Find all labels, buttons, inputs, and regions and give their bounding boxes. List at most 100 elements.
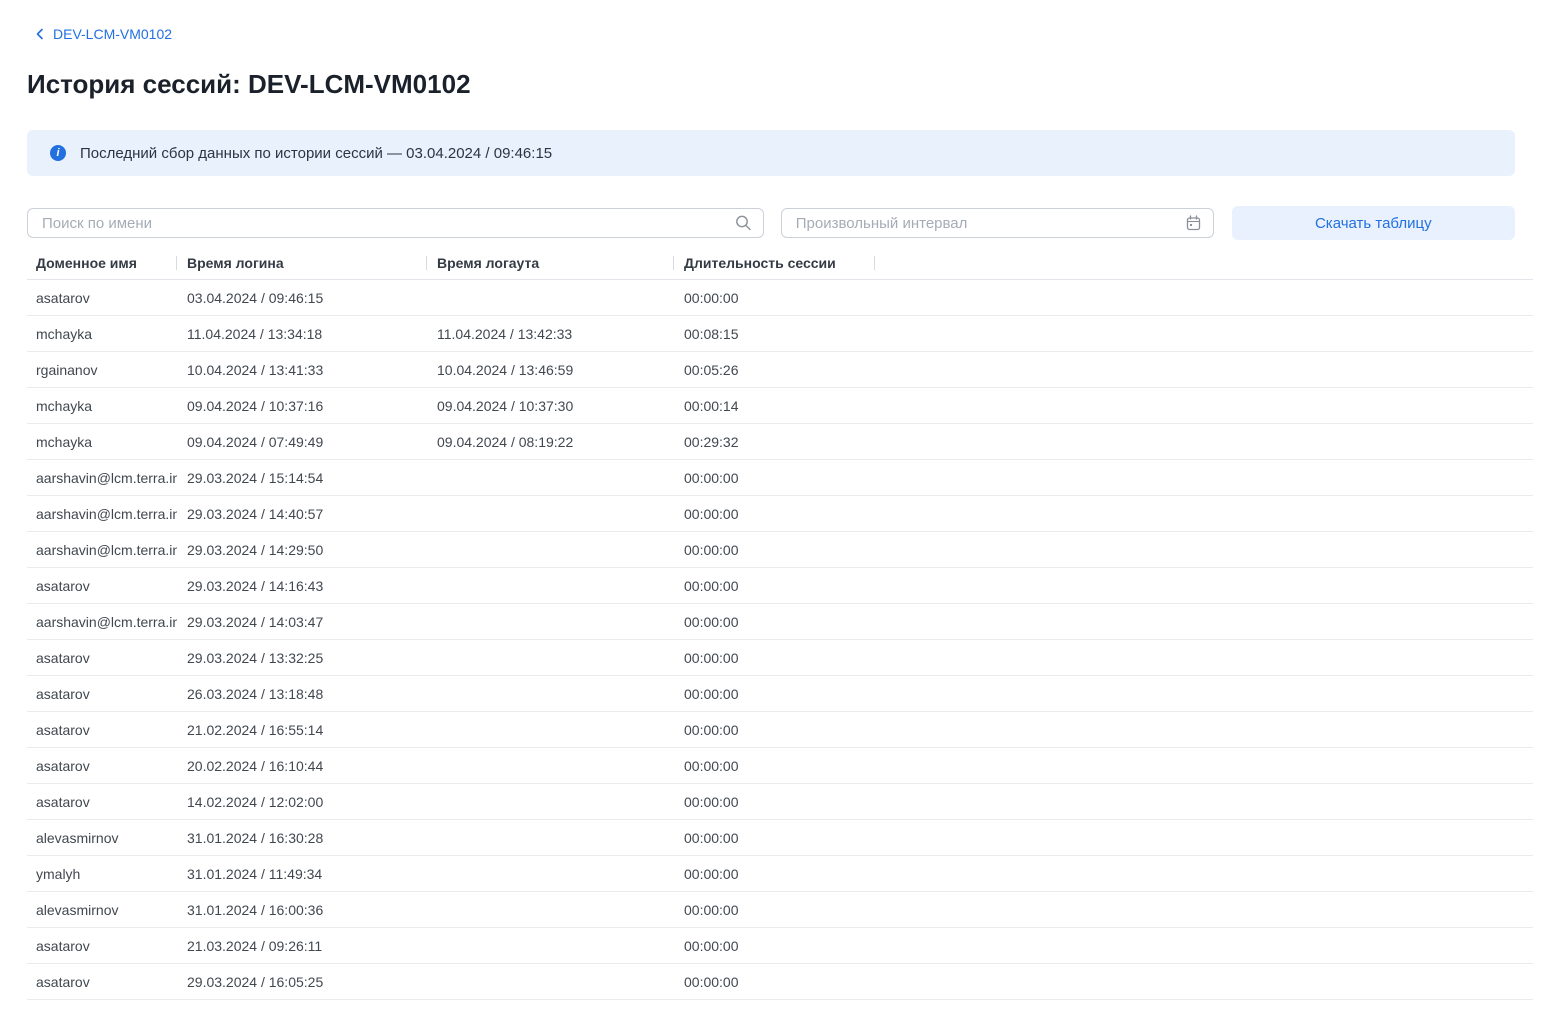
cell-logout-time: 09.04.2024 / 10:37:30: [427, 388, 674, 423]
table-row: aarshavin@lcm.terra.in 29.03.2024 / 14:2…: [27, 532, 1533, 568]
table-body: asatarov 03.04.2024 / 09:46:15 00:00:00 …: [27, 280, 1533, 1000]
table-row: ymalyh 31.01.2024 / 11:49:34 00:00:00: [27, 856, 1533, 892]
cell-filler: [875, 532, 1533, 567]
cell-duration: 00:00:00: [674, 892, 875, 927]
info-banner: i Последний сбор данных по истории сесси…: [27, 130, 1515, 176]
table-row: asatarov 20.02.2024 / 16:10:44 00:00:00: [27, 748, 1533, 784]
cell-duration: 00:00:00: [674, 856, 875, 891]
column-header-filler: [875, 247, 1533, 279]
cell-domain: asatarov: [27, 712, 177, 747]
page-title: История сессий: DEV-LCM-VM0102: [27, 69, 1542, 100]
cell-domain: mchayka: [27, 316, 177, 351]
info-banner-text: Последний сбор данных по истории сессий …: [80, 145, 552, 162]
cell-logout-time: [427, 568, 674, 603]
back-link[interactable]: DEV-LCM-VM0102: [34, 26, 172, 42]
cell-logout-time: [427, 712, 674, 747]
cell-duration: 00:00:00: [674, 820, 875, 855]
info-icon: i: [50, 145, 66, 161]
cell-filler: [875, 604, 1533, 639]
cell-login-time: 29.03.2024 / 16:05:25: [177, 964, 427, 999]
cell-login-time: 09.04.2024 / 07:49:49: [177, 424, 427, 459]
cell-logout-time: [427, 964, 674, 999]
chevron-left-icon: [34, 28, 45, 40]
search-icon: [735, 215, 752, 232]
cell-duration: 00:00:00: [674, 640, 875, 675]
cell-duration: 00:00:00: [674, 964, 875, 999]
cell-logout-time: 11.04.2024 / 13:42:33: [427, 316, 674, 351]
table-header: Доменное имя Время логина Время логаута …: [27, 247, 1533, 280]
cell-domain: asatarov: [27, 928, 177, 963]
cell-login-time: 10.04.2024 / 13:41:33: [177, 352, 427, 387]
cell-logout-time: 10.04.2024 / 13:46:59: [427, 352, 674, 387]
search-field-wrap: [27, 208, 764, 238]
cell-duration: 00:00:00: [674, 712, 875, 747]
cell-domain: asatarov: [27, 784, 177, 819]
cell-logout-time: [427, 604, 674, 639]
cell-login-time: 21.03.2024 / 09:26:11: [177, 928, 427, 963]
cell-login-time: 20.02.2024 / 16:10:44: [177, 748, 427, 783]
cell-duration: 00:00:00: [674, 460, 875, 495]
cell-filler: [875, 352, 1533, 387]
cell-login-time: 11.04.2024 / 13:34:18: [177, 316, 427, 351]
search-input[interactable]: [27, 208, 764, 238]
cell-logout-time: [427, 460, 674, 495]
cell-filler: [875, 676, 1533, 711]
cell-domain: asatarov: [27, 748, 177, 783]
cell-duration: 00:08:15: [674, 316, 875, 351]
cell-logout-time: [427, 892, 674, 927]
cell-login-time: 29.03.2024 / 14:40:57: [177, 496, 427, 531]
cell-logout-time: [427, 784, 674, 819]
cell-logout-time: [427, 640, 674, 675]
table-row: aarshavin@lcm.terra.in 29.03.2024 / 14:4…: [27, 496, 1533, 532]
cell-logout-time: [427, 820, 674, 855]
cell-login-time: 29.03.2024 / 14:29:50: [177, 532, 427, 567]
cell-filler: [875, 424, 1533, 459]
cell-login-time: 26.03.2024 / 13:18:48: [177, 676, 427, 711]
cell-duration: 00:00:00: [674, 604, 875, 639]
calendar-icon: [1185, 215, 1202, 232]
cell-logout-time: [427, 748, 674, 783]
cell-login-time: 03.04.2024 / 09:46:15: [177, 280, 427, 315]
cell-login-time: 29.03.2024 / 14:16:43: [177, 568, 427, 603]
cell-filler: [875, 460, 1533, 495]
cell-duration: 00:00:00: [674, 280, 875, 315]
cell-filler: [875, 316, 1533, 351]
cell-filler: [875, 640, 1533, 675]
cell-logout-time: 09.04.2024 / 08:19:22: [427, 424, 674, 459]
cell-duration: 00:00:14: [674, 388, 875, 423]
cell-domain: asatarov: [27, 964, 177, 999]
cell-login-time: 09.04.2024 / 10:37:16: [177, 388, 427, 423]
cell-login-time: 29.03.2024 / 13:32:25: [177, 640, 427, 675]
cell-filler: [875, 784, 1533, 819]
cell-domain: alevasmirnov: [27, 820, 177, 855]
cell-login-time: 21.02.2024 / 16:55:14: [177, 712, 427, 747]
date-range-field-wrap: [781, 208, 1214, 238]
sessions-table: Доменное имя Время логина Время логаута …: [27, 247, 1533, 1000]
cell-login-time: 29.03.2024 / 15:14:54: [177, 460, 427, 495]
cell-duration: 00:00:00: [674, 568, 875, 603]
table-row: asatarov 29.03.2024 / 13:32:25 00:00:00: [27, 640, 1533, 676]
table-row: asatarov 21.02.2024 / 16:55:14 00:00:00: [27, 712, 1533, 748]
cell-domain: asatarov: [27, 640, 177, 675]
cell-duration: 00:00:00: [674, 748, 875, 783]
table-row: asatarov 26.03.2024 / 13:18:48 00:00:00: [27, 676, 1533, 712]
cell-duration: 00:05:26: [674, 352, 875, 387]
cell-domain: aarshavin@lcm.terra.in: [27, 532, 177, 567]
cell-domain: asatarov: [27, 568, 177, 603]
cell-logout-time: [427, 676, 674, 711]
cell-filler: [875, 712, 1533, 747]
table-row: asatarov 21.03.2024 / 09:26:11 00:00:00: [27, 928, 1533, 964]
cell-domain: mchayka: [27, 388, 177, 423]
cell-filler: [875, 820, 1533, 855]
cell-domain: asatarov: [27, 676, 177, 711]
cell-duration: 00:00:00: [674, 496, 875, 531]
date-range-input[interactable]: [781, 208, 1214, 238]
cell-duration: 00:00:00: [674, 928, 875, 963]
cell-duration: 00:29:32: [674, 424, 875, 459]
cell-duration: 00:00:00: [674, 676, 875, 711]
cell-filler: [875, 280, 1533, 315]
cell-logout-time: [427, 856, 674, 891]
download-table-button[interactable]: Скачать таблицу: [1232, 206, 1515, 240]
cell-filler: [875, 964, 1533, 999]
cell-filler: [875, 496, 1533, 531]
